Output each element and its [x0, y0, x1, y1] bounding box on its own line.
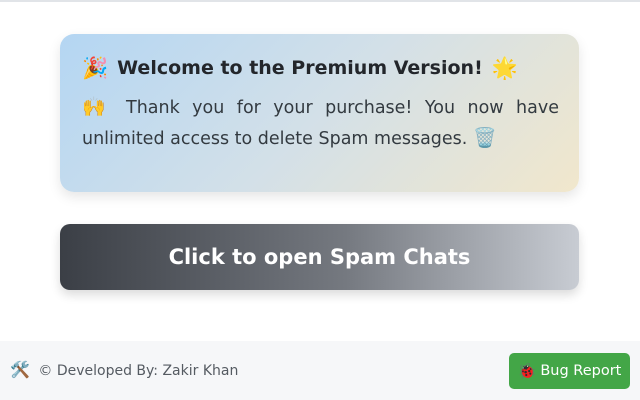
raised-hands-icon: 🙌	[82, 96, 106, 118]
developer-credit-text: © Developed By: Zakir Khan	[38, 363, 239, 379]
tools-icon: 🛠️	[10, 360, 30, 379]
footer: 🛠️ © Developed By: Zakir Khan 🐞 Bug Repo…	[0, 341, 640, 400]
welcome-card: 🎉 Welcome to the Premium Version! 🌟 🙌 Tha…	[60, 34, 579, 192]
top-divider	[0, 0, 640, 2]
welcome-title-text: Welcome to the Premium Version!	[117, 57, 483, 79]
party-popper-icon: 🎉	[82, 56, 109, 80]
open-spam-chats-button[interactable]: Click to open Spam Chats	[60, 224, 579, 290]
trash-icon: 🗑️	[472, 127, 497, 149]
star-icon: 🌟	[491, 56, 518, 80]
welcome-message: 🙌 Thank you for your purchase! You now ha…	[82, 92, 559, 154]
bug-report-button[interactable]: 🐞 Bug Report	[509, 353, 630, 389]
developer-credit: 🛠️ © Developed By: Zakir Khan	[10, 358, 238, 383]
welcome-title: 🎉 Welcome to the Premium Version! 🌟	[82, 54, 559, 82]
bug-report-label: Bug Report	[540, 363, 622, 379]
bug-icon: 🐞	[517, 362, 537, 380]
